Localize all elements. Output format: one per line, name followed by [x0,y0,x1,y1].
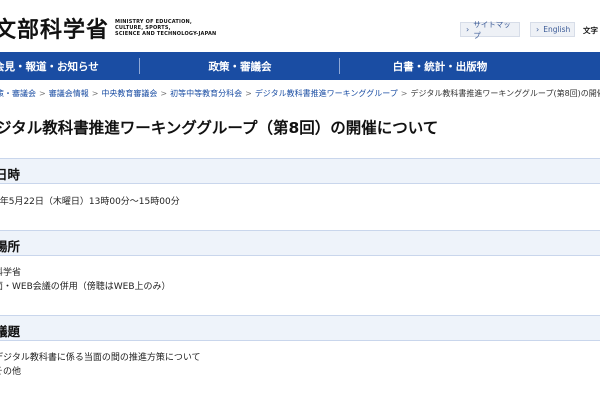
sitemap-label: サイトマップ [473,19,511,40]
agenda-item: デジタル教科書に係る当面の間の推進方策について [0,353,201,363]
breadcrumb-link[interactable]: 初等中等教育分科会 [170,88,242,99]
page-title: ジタル教科書推進ワーキンググループ（第8回）の開催について [0,119,439,137]
section-heading-place: 場所 [0,230,600,256]
english-button[interactable]: › English [530,22,575,37]
breadcrumb-separator: > [245,88,252,98]
mext-logo[interactable]: 文部科学省 MINISTRY OF EDUCATION, CULTURE, SP… [0,14,217,43]
breadcrumb-separator: > [400,88,408,98]
breadcrumb-separator: > [39,88,46,98]
logo-japanese: 文部科学省 [0,17,110,43]
nav-item-policy[interactable]: 政策・審議会 [140,52,340,80]
breadcrumb-separator: > [160,88,168,98]
place-line: 科学省 [0,268,22,278]
site-header: 文部科学省 MINISTRY OF EDUCATION, CULTURE, SP… [0,0,600,50]
logo-english: MINISTRY OF EDUCATION, CULTURE, SPORTS, … [115,18,217,38]
breadcrumb-current: デジタル教科書推進ワーキンググループ(第8回)の開催 [410,88,600,98]
global-nav: 会見・報道・お知らせ 政策・審議会 白書・統計・出版物 [0,52,600,80]
chevron-right-icon: › [466,25,470,34]
sitemap-button[interactable]: › サイトマップ [460,20,520,40]
section-label: 日時 [0,167,21,182]
chevron-right-icon: › [536,25,540,34]
section-heading-datetime: 日時 [0,158,600,184]
breadcrumb: 策・審議会 > 審議会情報 > 中央教育審議会 > 初等中等教育分科会 > デジ… [0,84,600,102]
place-line: 面・WEB会議の併用（傍聴はWEB上のみ） [0,282,171,292]
nav-item-press[interactable]: 会見・報道・お知らせ [0,52,140,80]
breadcrumb-link[interactable]: 中央教育審議会 [101,88,157,99]
section-label: 議題 [0,324,21,339]
breadcrumb-link[interactable]: 策・審議会 [0,88,36,99]
section-body-datetime: 7年5月22日（木曜日）13時00分～15時00分 [0,195,180,209]
section-label: 場所 [0,239,21,254]
datetime-text: 7年5月22日（木曜日）13時00分～15時00分 [0,197,180,207]
english-label: English [543,25,571,34]
section-heading-agenda: 議題 [0,315,600,341]
section-body-agenda: デジタル教科書に係る当面の間の推進方策について その他 [0,351,201,379]
breadcrumb-separator: > [91,88,99,98]
text-size-label: 文字 [583,26,598,35]
section-body-place: 科学省 面・WEB会議の併用（傍聴はWEB上のみ） [0,266,171,294]
breadcrumb-link[interactable]: デジタル教科書推進ワーキンググループ [255,88,398,99]
breadcrumb-link[interactable]: 審議会情報 [49,88,89,99]
nav-item-publications[interactable]: 白書・統計・出版物 [340,52,600,80]
agenda-item: その他 [0,367,22,377]
